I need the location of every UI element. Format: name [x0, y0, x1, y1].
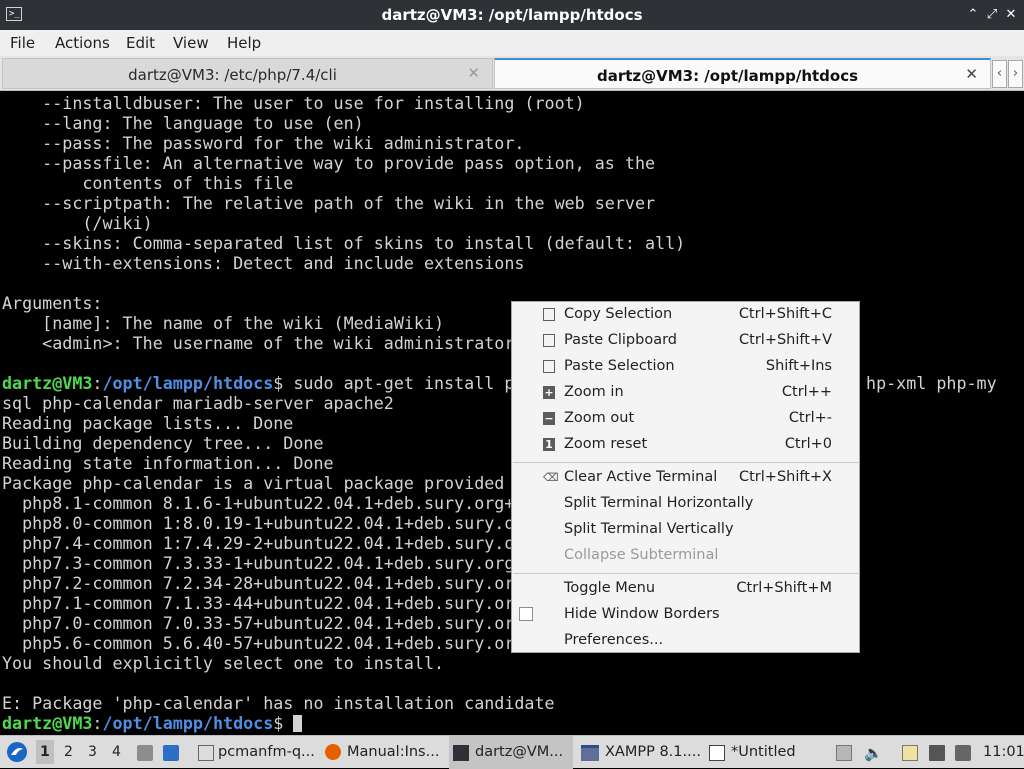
menu-item-collapse-subterminal: Collapse Subterminal: [564, 547, 719, 563]
menubar: File Actions Edit View Help: [0, 30, 1024, 57]
prompt-path: /opt/lampp/htdocs: [102, 713, 274, 733]
prompt-path: /opt/lampp/htdocs: [102, 373, 274, 393]
menu-item-paste-clipboard[interactable]: Paste Clipboard Ctrl+Shift+V: [512, 328, 859, 354]
zoom-out-icon: −: [543, 412, 555, 425]
paste-icon: [543, 360, 555, 373]
paste-icon: [543, 334, 555, 347]
prompt-user: dartz@VM3: [2, 713, 93, 733]
command-text: sudo apt-get install p: [283, 373, 515, 393]
terminal-cursor: [293, 715, 303, 732]
copy-icon: [543, 308, 555, 321]
zoom-in-icon: +: [543, 386, 555, 399]
menu-item-preferences[interactable]: Preferences...: [512, 628, 859, 654]
workspace-4[interactable]: 4: [112, 744, 121, 760]
lubuntu-logo-icon: [7, 742, 27, 762]
command-text-end: hp-xml php-my: [866, 373, 997, 393]
text-editor-icon: [709, 745, 725, 761]
task-text-editor[interactable]: *Untitled: [705, 736, 829, 769]
clipboard-icon[interactable]: [902, 745, 918, 761]
context-menu: Copy Selection Ctrl+Shift+C Paste Clipbo…: [511, 301, 860, 653]
file-manager-icon: [198, 745, 214, 761]
tray-eject-icon[interactable]: [836, 745, 852, 761]
tab-scroll-left-button[interactable]: ‹: [992, 60, 1007, 88]
tab-close-icon[interactable]: ✕: [965, 65, 978, 83]
menu-item-split-horizontally[interactable]: Split Terminal Horizontally: [512, 491, 859, 517]
menu-item-zoom-in[interactable]: + Zoom in Ctrl++: [512, 380, 859, 406]
menu-actions[interactable]: Actions: [55, 34, 110, 52]
workspace-1[interactable]: 1: [36, 740, 54, 764]
clear-icon: ⌫: [543, 471, 559, 484]
menu-item-toggle-menu[interactable]: Toggle Menu Ctrl+Shift+M: [512, 576, 859, 602]
zoom-reset-icon: 1: [543, 438, 555, 451]
screen-icon[interactable]: [955, 745, 971, 761]
taskbar: 1 2 3 4 pcmanfm-q... Manual:Ins... dartz…: [0, 735, 1024, 769]
window-titlebar: >_ dartz@VM3: /opt/lampp/htdocs ⌃ ⤢ ✕: [0, 0, 1024, 30]
tab-close-icon[interactable]: ✕: [467, 64, 480, 82]
menu-item-hide-window-borders[interactable]: Hide Window Borders: [512, 602, 859, 628]
terminal-icon: [453, 745, 469, 761]
maximize-button[interactable]: ⤢: [983, 6, 1001, 24]
menu-separator: [513, 573, 860, 574]
minimize-button[interactable]: ⌃: [964, 6, 982, 24]
tab-bar: dartz@VM3: /etc/php/7.4/cli ✕ dartz@VM3:…: [0, 56, 1024, 91]
menu-item-copy-selection[interactable]: Copy Selection Ctrl+Shift+C: [512, 302, 859, 328]
menu-item-zoom-reset[interactable]: 1 Zoom reset Ctrl+0: [512, 432, 859, 458]
task-pcmanfm[interactable]: pcmanfm-q...: [194, 736, 318, 769]
menu-item-split-vertically[interactable]: Split Terminal Vertically: [512, 517, 859, 543]
tab-etc-php[interactable]: dartz@VM3: /etc/php/7.4/cli ✕: [2, 58, 493, 89]
tab-label: dartz@VM3: /etc/php/7.4/cli: [128, 66, 337, 84]
menu-file[interactable]: File: [10, 34, 35, 52]
menu-edit[interactable]: Edit: [126, 34, 155, 52]
menu-help[interactable]: Help: [227, 34, 261, 52]
tab-opt-lampp-htdocs[interactable]: dartz@VM3: /opt/lampp/htdocs ✕: [494, 58, 991, 89]
task-firefox[interactable]: Manual:Ins...: [321, 736, 445, 769]
hide-borders-checkbox[interactable]: [519, 607, 533, 621]
window-icon: [581, 745, 599, 761]
workspace-3[interactable]: 3: [88, 744, 97, 760]
tab-scroll-right-button[interactable]: ›: [1008, 60, 1023, 88]
tab-label: dartz@VM3: /opt/lampp/htdocs: [596, 67, 859, 85]
network-icon[interactable]: [929, 745, 945, 761]
menu-item-zoom-out[interactable]: − Zoom out Ctrl+-: [512, 406, 859, 432]
menu-item-clear-active-terminal[interactable]: ⌫ Clear Active Terminal Ctrl+Shift+X: [512, 465, 859, 491]
close-window-button[interactable]: ✕: [1002, 6, 1020, 24]
task-xampp[interactable]: XAMPP 8.1....: [577, 736, 701, 769]
window-title: dartz@VM3: /opt/lampp/htdocs: [381, 6, 643, 24]
file-manager-launcher-icon[interactable]: [137, 745, 153, 761]
volume-icon[interactable]: 🔈: [864, 745, 883, 761]
clock[interactable]: 11:01: [982, 736, 1024, 769]
prompt-user: dartz@VM3: [2, 373, 93, 393]
workspace-2[interactable]: 2: [64, 744, 73, 760]
show-desktop-icon[interactable]: [163, 745, 179, 761]
firefox-icon: [325, 744, 341, 760]
start-menu-button[interactable]: [4, 736, 30, 769]
menu-item-paste-selection[interactable]: Paste Selection Shift+Ins: [512, 354, 859, 380]
task-terminal[interactable]: dartz@VM...: [449, 736, 573, 769]
menu-view[interactable]: View: [173, 34, 209, 52]
menu-separator: [513, 462, 860, 463]
